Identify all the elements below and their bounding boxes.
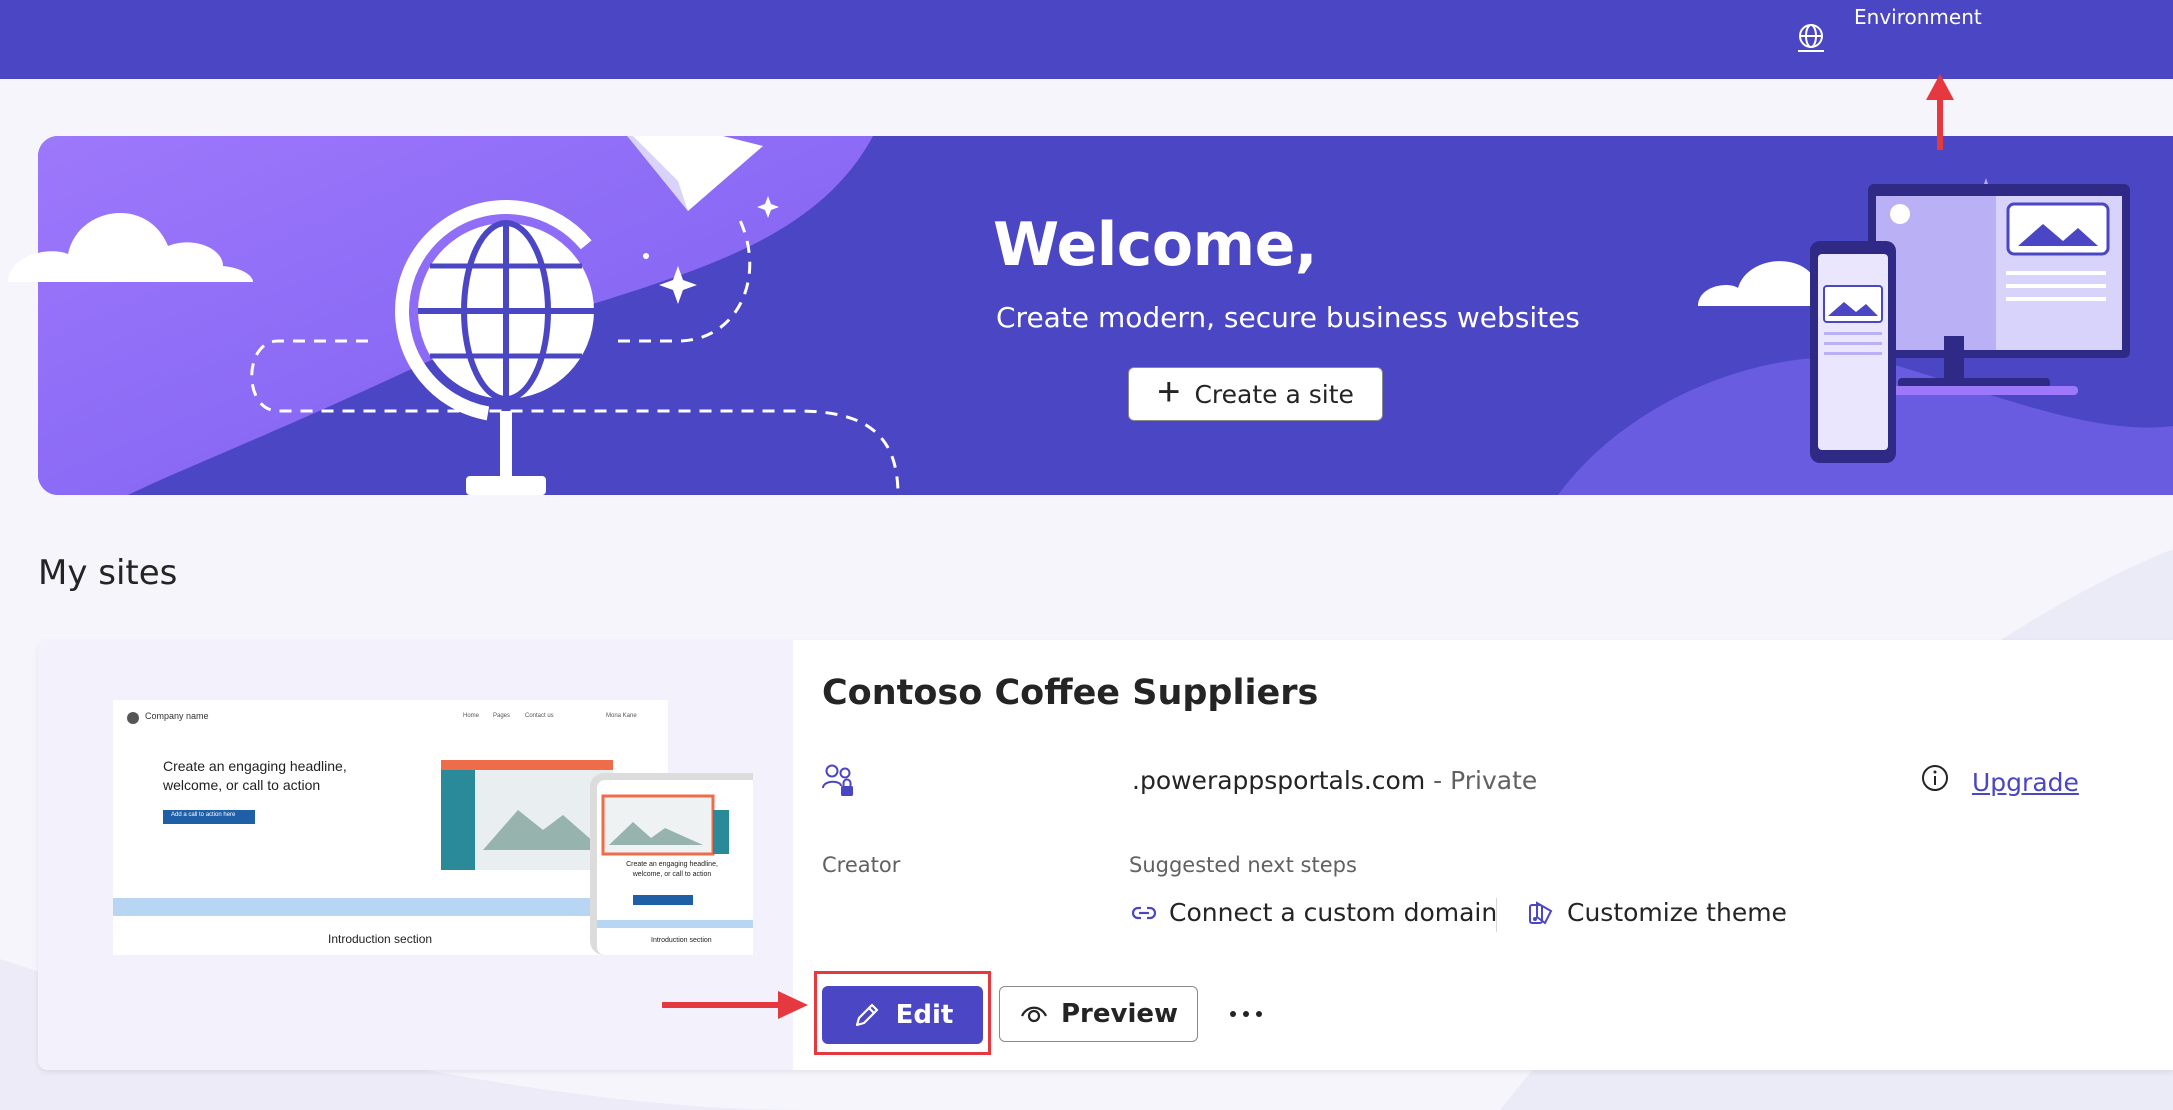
edit-label: Edit xyxy=(895,1000,954,1030)
create-site-label: Create a site xyxy=(1194,379,1354,409)
welcome-subtitle: Create modern, secure business websites xyxy=(996,301,1580,334)
eye-icon xyxy=(1020,1006,1047,1023)
thumbnail-nav-pages: Pages xyxy=(493,713,511,719)
thumbnail-nav-home: Home xyxy=(463,713,480,719)
connect-custom-domain-label: Connect a custom domain xyxy=(1169,898,1498,927)
site-url[interactable]: .powerappsportals.com - Private xyxy=(1132,766,1537,795)
site-url-separator: - xyxy=(1425,766,1451,795)
thumbnail-cta: Add a call to action here xyxy=(171,812,236,818)
link-icon xyxy=(1131,906,1157,919)
preview-label: Preview xyxy=(1060,999,1179,1029)
edit-button[interactable]: Edit xyxy=(822,986,983,1044)
globe-environment-icon[interactable] xyxy=(1793,20,1829,56)
site-thumbnail[interactable]: Company name Home Pages Contact us Mona … xyxy=(113,700,753,955)
thumbnail-nav-user: Mona Kane xyxy=(606,713,637,719)
thumbnail-company-name: Company name xyxy=(145,711,209,721)
site-url-domain: .powerappsportals.com xyxy=(1132,766,1426,795)
thumbnail-mobile-intro: Introduction section xyxy=(651,937,712,944)
info-icon[interactable] xyxy=(1920,763,1950,793)
upgrade-link[interactable]: Upgrade xyxy=(1972,768,2079,797)
preview-button[interactable]: Preview xyxy=(999,986,1198,1042)
thumbnail-graphic xyxy=(113,700,753,955)
people-lock-icon xyxy=(822,764,853,796)
plus-icon: + xyxy=(1157,370,1181,414)
annotation-arrow-right xyxy=(662,991,808,1019)
thumbnail-nav-contact: Contact us xyxy=(525,713,554,719)
suggested-next-steps-label: Suggested next steps xyxy=(1129,853,1357,877)
connect-custom-domain-link[interactable]: Connect a custom domain xyxy=(1131,898,1497,927)
creator-label: Creator xyxy=(822,853,901,877)
annotation-arrow-up xyxy=(1926,74,1954,150)
thumbnail-mobile-headline: Create an engaging headline, welcome, or… xyxy=(626,861,718,878)
paint-bucket-icon xyxy=(1529,900,1553,925)
more-options-button[interactable] xyxy=(1226,996,1266,1032)
next-steps-divider xyxy=(1496,898,1497,932)
site-visibility: Private xyxy=(1450,766,1538,795)
welcome-title: Welcome, xyxy=(993,210,1318,280)
customize-theme-label: Customize theme xyxy=(1567,898,1787,927)
environment-label[interactable]: Environment xyxy=(1854,5,1982,29)
top-bar xyxy=(0,0,2173,79)
site-title[interactable]: Contoso Coffee Suppliers xyxy=(822,673,1318,713)
thumbnail-headline: Create an engaging headline, welcome, or… xyxy=(163,758,347,793)
pencil-icon xyxy=(855,1003,878,1027)
create-site-button[interactable]: + Create a site xyxy=(1128,367,1383,421)
customize-theme-link[interactable]: Customize theme xyxy=(1527,898,1787,927)
thumbnail-intro: Introduction section xyxy=(328,932,433,946)
my-sites-heading: My sites xyxy=(38,553,178,593)
cloud-icon xyxy=(8,212,253,282)
more-horizontal-icon xyxy=(1230,1011,1262,1017)
